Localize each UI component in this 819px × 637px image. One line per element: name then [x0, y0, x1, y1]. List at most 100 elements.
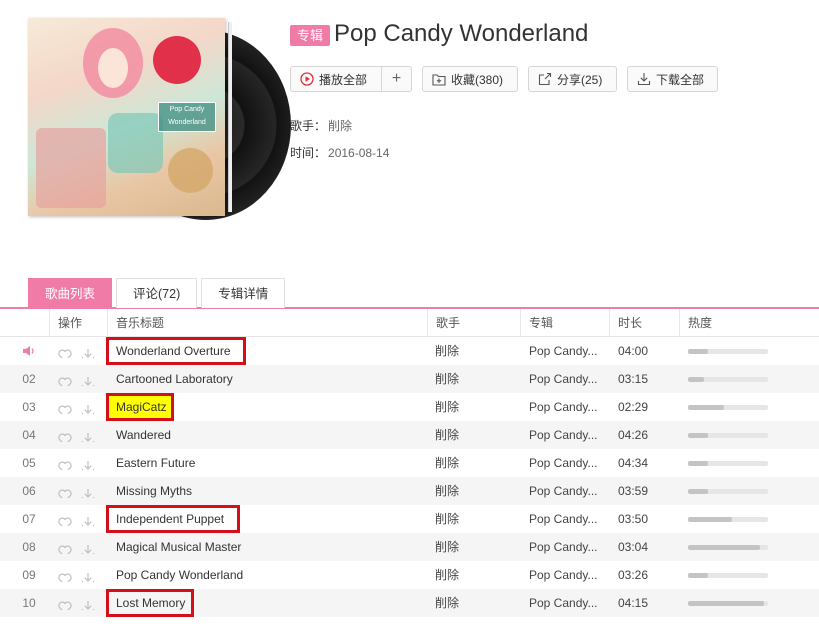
song-title[interactable]: Wandered — [116, 421, 416, 449]
cover-logo-text: Pop Candy Wonderland — [158, 102, 216, 132]
download-icon[interactable] — [81, 400, 95, 414]
song-album[interactable]: Pop Candy... — [529, 477, 604, 505]
song-duration: 03:15 — [618, 372, 649, 386]
folder-plus-icon — [432, 73, 446, 86]
download-icon[interactable] — [81, 372, 95, 386]
song-title[interactable]: Missing Myths — [116, 477, 416, 505]
heat-bar — [688, 601, 768, 606]
song-artist[interactable]: 削除 — [435, 561, 459, 589]
song-title[interactable]: Wonderland Overture — [116, 337, 416, 365]
heart-icon[interactable] — [58, 540, 72, 554]
header-duration[interactable]: 时长 — [609, 309, 679, 337]
song-artist[interactable]: 削除 — [435, 533, 459, 561]
song-album[interactable]: Pop Candy... — [529, 533, 604, 561]
heart-icon[interactable] — [58, 344, 72, 358]
song-album[interactable]: Pop Candy... — [529, 561, 604, 589]
play-all-button[interactable]: 播放全部 — [290, 66, 390, 92]
track-number: 07 — [22, 512, 36, 526]
heart-icon[interactable] — [58, 484, 72, 498]
track-number: 04 — [22, 428, 36, 442]
heart-icon[interactable] — [58, 428, 72, 442]
download-icon[interactable] — [81, 484, 95, 498]
collect-button[interactable]: 收藏(380) — [422, 66, 518, 92]
song-album[interactable]: Pop Candy... — [529, 505, 604, 533]
table-row[interactable]: 02 Cartooned Laboratory 削除 Pop Candy... 03:1… — [0, 365, 819, 393]
song-album[interactable]: Pop Candy... — [529, 337, 604, 365]
tab-album-details[interactable]: 专辑详情 — [201, 278, 286, 308]
download-all-button[interactable]: 下载全部 — [627, 66, 718, 92]
song-title[interactable]: MagiCatz — [116, 393, 416, 421]
table-row[interactable]: 05 Eastern Future 削除 Pop Candy... 04:34 — [0, 449, 819, 477]
download-icon[interactable] — [81, 568, 95, 582]
heat-bar — [688, 461, 768, 466]
song-album[interactable]: Pop Candy... — [529, 449, 604, 477]
song-artist[interactable]: 削除 — [435, 589, 459, 617]
song-album[interactable]: Pop Candy... — [529, 589, 604, 617]
song-title[interactable]: Eastern Future — [116, 449, 416, 477]
heart-icon[interactable] — [58, 596, 72, 610]
heat-bar-fill — [688, 377, 704, 382]
tab-comments[interactable]: 评论(72) — [116, 278, 198, 308]
table-row[interactable]: 07 Independent Puppet 削除 Pop Candy... 03:50 — [0, 505, 819, 533]
track-number: 05 — [22, 456, 36, 470]
download-icon[interactable] — [81, 456, 95, 470]
song-artist[interactable]: 削除 — [435, 337, 459, 365]
table-row[interactable]: 10 Lost Memory 削除 Pop Candy... 04:15 — [0, 589, 819, 617]
song-title[interactable]: Lost Memory — [116, 589, 416, 617]
heat-bar — [688, 517, 768, 522]
download-icon[interactable] — [81, 512, 95, 526]
song-album[interactable]: Pop Candy... — [529, 421, 604, 449]
song-artist[interactable]: 削除 — [435, 365, 459, 393]
track-number: 10 — [22, 596, 36, 610]
song-duration: 03:04 — [618, 540, 649, 554]
download-all-label: 下载全部 — [656, 72, 705, 87]
track-number: 09 — [22, 568, 36, 582]
song-artist[interactable]: 削除 — [435, 393, 459, 421]
song-duration: 04:26 — [618, 428, 649, 442]
share-label: 分享(25) — [557, 72, 603, 87]
table-row[interactable]: 09 Pop Candy Wonderland 削除 Pop Candy... 03:2… — [0, 561, 819, 589]
song-title[interactable]: Pop Candy Wonderland — [116, 561, 416, 589]
add-to-list-button[interactable]: + — [381, 66, 412, 92]
table-row[interactable]: 03 MagiCatz 削除 Pop Candy... 02:29 — [0, 393, 819, 421]
song-title[interactable]: Magical Musical Master — [116, 533, 416, 561]
song-artist[interactable]: 削除 — [435, 477, 459, 505]
share-icon — [538, 72, 552, 86]
artist-row: 歌手： 削除 — [290, 117, 352, 134]
heat-bar-fill — [688, 349, 708, 354]
download-icon[interactable] — [81, 344, 95, 358]
table-row[interactable]: 08 Magical Musical Master 削除 Pop Candy... 03… — [0, 533, 819, 561]
heat-bar — [688, 405, 768, 410]
song-artist[interactable]: 削除 — [435, 505, 459, 533]
song-album[interactable]: Pop Candy... — [529, 393, 604, 421]
heart-icon[interactable] — [58, 400, 72, 414]
heart-icon[interactable] — [58, 372, 72, 386]
track-number: 06 — [22, 484, 36, 498]
table-row[interactable]: 06 Missing Myths 削除 Pop Candy... 03:59 — [0, 477, 819, 505]
table-row[interactable]: Wonderland Overture 削除 Pop Candy... 04:00 — [0, 337, 819, 365]
album-cover-image[interactable]: Pop Candy Wonderland — [28, 18, 225, 216]
header-title[interactable]: 音乐标题 — [107, 309, 427, 337]
header-artist[interactable]: 歌手 — [427, 309, 520, 337]
artist-label: 歌手： — [290, 119, 327, 133]
song-artist[interactable]: 削除 — [435, 449, 459, 477]
share-button[interactable]: 分享(25) — [528, 66, 617, 92]
song-album[interactable]: Pop Candy... — [529, 365, 604, 393]
heart-icon[interactable] — [58, 568, 72, 582]
song-title[interactable]: Cartooned Laboratory — [116, 365, 416, 393]
header-heat[interactable]: 热度 — [679, 309, 819, 337]
song-title[interactable]: Independent Puppet — [116, 505, 416, 533]
header-album[interactable]: 专辑 — [520, 309, 609, 337]
tab-song-list[interactable]: 歌曲列表 — [28, 278, 113, 308]
heart-icon[interactable] — [58, 456, 72, 470]
artist-link[interactable]: 削除 — [328, 119, 352, 133]
album-tag-badge: 专辑 — [290, 25, 331, 46]
table-row[interactable]: 04 Wandered 削除 Pop Candy... 04:26 — [0, 421, 819, 449]
track-number: 03 — [22, 400, 36, 414]
song-artist[interactable]: 削除 — [435, 421, 459, 449]
heat-bar — [688, 545, 768, 550]
download-icon[interactable] — [81, 428, 95, 442]
download-icon[interactable] — [81, 540, 95, 554]
download-icon[interactable] — [81, 596, 95, 610]
heart-icon[interactable] — [58, 512, 72, 526]
